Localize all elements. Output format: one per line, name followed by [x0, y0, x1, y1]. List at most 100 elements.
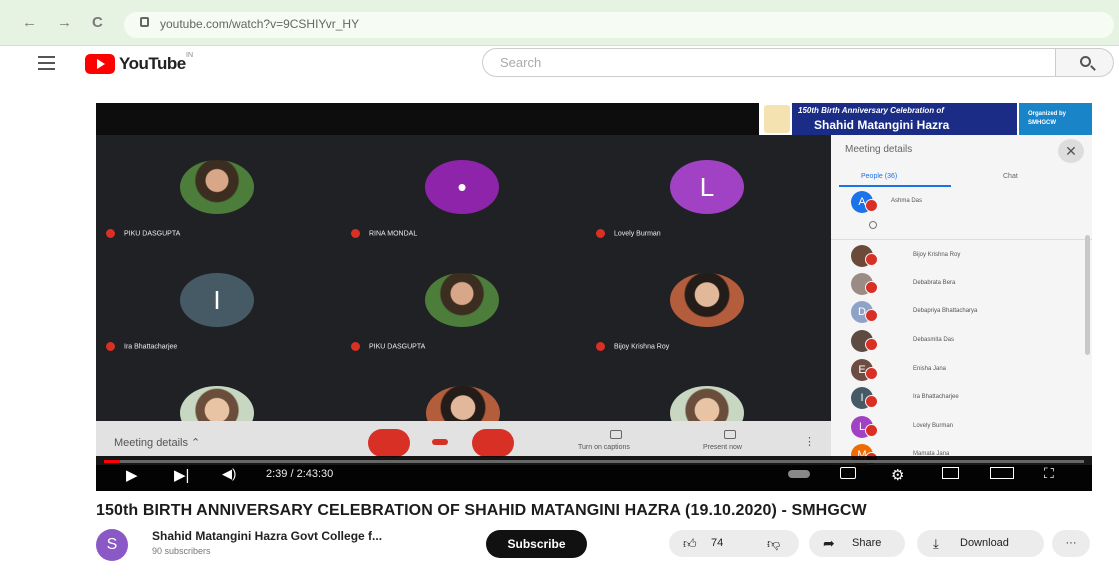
- participant-tile[interactable]: L Lovely Burman: [586, 135, 826, 245]
- next-icon[interactable]: ▶|: [174, 466, 189, 484]
- participant-avatar: L: [670, 160, 744, 214]
- reload-icon[interactable]: C: [92, 14, 103, 31]
- subscriber-count: 90 subscribers: [152, 546, 211, 556]
- url-text[interactable]: youtube.com/watch?v=9CSHIYvr_HY: [160, 17, 359, 31]
- dislike-icon[interactable]: 👎︎: [767, 530, 780, 557]
- video-player[interactable]: 150th Birth Anniversary Celebration of S…: [96, 103, 1092, 491]
- participant-row[interactable]: E Enisha Jana: [851, 359, 1081, 387]
- participant-row[interactable]: I Ira Bhattacharjee: [851, 387, 1081, 415]
- event-banner: 150th Birth Anniversary Celebration of S…: [759, 103, 1092, 135]
- progress-fill: [104, 460, 120, 463]
- mic-muted-icon: [865, 309, 878, 322]
- participant-name: PIKU DASGUPTA: [351, 342, 425, 351]
- fullscreen-icon[interactable]: ⛶: [1044, 465, 1054, 482]
- channel-name[interactable]: Shahid Matangini Hazra Govt College f...: [152, 529, 382, 543]
- download-icon: ⤓: [933, 536, 939, 551]
- end-call-button[interactable]: [432, 439, 448, 445]
- panel-scrollbar[interactable]: [1085, 235, 1090, 355]
- participant-name: RINA MONDAL: [351, 229, 417, 238]
- menu-icon[interactable]: [38, 56, 55, 74]
- participant-name: Enisha Jana: [913, 366, 947, 372]
- volume-icon[interactable]: ◀): [222, 466, 236, 482]
- share-button[interactable]: ➦ Share: [809, 530, 905, 557]
- panel-title: Meeting details: [845, 144, 913, 155]
- participant-row[interactable]: Debasmita Das: [851, 330, 1081, 358]
- forward-icon[interactable]: →: [57, 14, 72, 31]
- like-icon[interactable]: 👍︎: [683, 530, 697, 557]
- theater-mode-icon[interactable]: [990, 467, 1014, 479]
- youtube-logo-icon[interactable]: [85, 54, 115, 74]
- search-people-icon[interactable]: [869, 221, 877, 229]
- autoplay-toggle[interactable]: [788, 470, 810, 478]
- participant-name: Debasmita Das: [913, 337, 955, 343]
- participant-name: Ira Bhattacharjee: [913, 394, 959, 400]
- channel-avatar[interactable]: S: [96, 529, 128, 561]
- mic-muted-icon: [865, 338, 878, 351]
- mic-muted-icon: [865, 281, 878, 294]
- banner-line1: 150th Birth Anniversary Celebration of: [798, 106, 944, 115]
- search-placeholder: Search: [500, 55, 542, 70]
- close-icon[interactable]: ✕: [1058, 139, 1084, 163]
- progress-bar[interactable]: [104, 460, 1084, 463]
- participant-tile[interactable]: I Ira Bhattacharjee: [96, 248, 336, 358]
- participant-row[interactable]: D Debapriya Bhattacharya: [851, 301, 1081, 329]
- mic-off-button[interactable]: [368, 429, 410, 457]
- search-input[interactable]: [482, 48, 1056, 77]
- participant-tile[interactable]: PIKU DASGUPTA: [96, 135, 336, 245]
- banner-title-block: 150th Birth Anniversary Celebration of S…: [792, 103, 1017, 135]
- camera-off-button[interactable]: [472, 429, 514, 457]
- tab-chat[interactable]: Chat: [1003, 173, 1018, 180]
- participant-name: Debapriya Bhattacharya: [913, 308, 978, 314]
- download-label: Download: [960, 537, 1009, 549]
- tab-people[interactable]: People (36): [861, 173, 897, 180]
- present-button[interactable]: Present now: [703, 444, 742, 451]
- mic-muted-icon: [865, 367, 878, 380]
- back-icon[interactable]: ←: [22, 14, 37, 31]
- participant-avatar: I: [180, 273, 254, 327]
- miniplayer-icon[interactable]: [942, 467, 959, 479]
- mic-muted-icon: [865, 253, 878, 266]
- present-icon: [724, 430, 736, 439]
- panel-divider: [831, 239, 1092, 240]
- participant-name: Lovely Burman: [596, 229, 661, 238]
- download-button[interactable]: ⤓ Download: [917, 530, 1044, 557]
- youtube-wordmark[interactable]: YouTube: [119, 54, 186, 74]
- tab-indicator: [839, 185, 951, 187]
- meeting-details-button[interactable]: Meeting details ⌃: [114, 436, 200, 449]
- more-options-icon[interactable]: ⋮: [804, 435, 815, 448]
- country-code: IN: [186, 52, 193, 59]
- time-display: 2:39 / 2:43:30: [266, 468, 334, 480]
- participant-name: Ashma Das: [891, 198, 923, 204]
- meeting-details-panel: Meeting details ✕ People (36) Chat A Ashm…: [831, 135, 1092, 466]
- participant-row[interactable]: A Ashma Das: [851, 191, 1081, 219]
- captions-icon: [610, 430, 622, 439]
- participant-name: Ira Bhattacharjee: [106, 342, 177, 351]
- participant-row[interactable]: L Lovely Burman: [851, 416, 1081, 444]
- video-title: 150th BIRTH ANNIVERSARY CELEBRATION OF S…: [96, 502, 867, 519]
- settings-icon[interactable]: ⚙: [891, 466, 904, 484]
- like-dislike-group: 👍︎ 74 👎︎: [669, 530, 799, 557]
- participant-name: Debabrata Bera: [913, 280, 956, 286]
- participant-tile[interactable]: • RINA MONDAL: [341, 135, 581, 245]
- like-count[interactable]: 74: [711, 530, 723, 557]
- participant-row[interactable]: Debabrata Bera: [851, 273, 1081, 301]
- play-icon[interactable]: ▶: [126, 466, 138, 484]
- participant-avatar: •: [425, 160, 499, 214]
- share-label: Share: [852, 537, 882, 549]
- browser-toolbar: ← → C youtube.com/watch?v=9CSHIYvr_HY: [0, 0, 1119, 46]
- captions-button[interactable]: Turn on captions: [578, 444, 630, 451]
- participant-row[interactable]: Bijoy Krishna Roy: [851, 245, 1081, 273]
- subtitles-icon[interactable]: [840, 467, 856, 479]
- participant-tile[interactable]: Bijoy Krishna Roy: [586, 248, 826, 358]
- search-icon: [1080, 56, 1091, 67]
- participant-name: Bijoy Krishna Roy: [596, 342, 669, 351]
- search-button[interactable]: [1056, 48, 1114, 77]
- banner-line2: Shahid Matangini Hazra: [814, 118, 950, 132]
- participant-name: Bijoy Krishna Roy: [913, 252, 961, 258]
- subscribe-button[interactable]: Subscribe: [486, 530, 587, 558]
- participant-tile[interactable]: PIKU DASGUPTA: [341, 248, 581, 358]
- mic-muted-icon: [865, 199, 878, 212]
- mic-muted-icon: [865, 395, 878, 408]
- more-actions-button[interactable]: ···: [1052, 530, 1090, 557]
- share-icon: ➦: [823, 535, 835, 551]
